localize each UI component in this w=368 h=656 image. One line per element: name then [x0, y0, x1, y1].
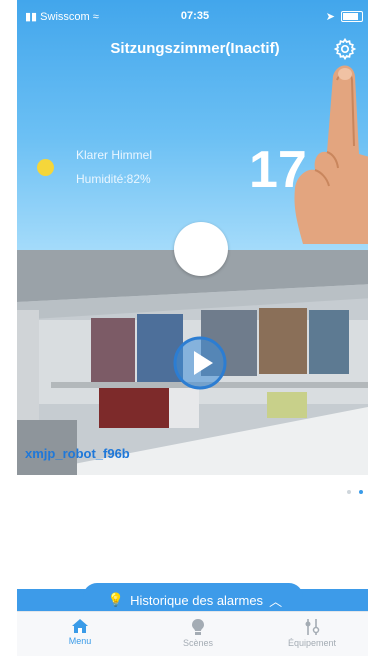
- sun-icon: [37, 159, 54, 176]
- tab-equipment[interactable]: Équipement: [257, 618, 367, 648]
- app-screen: ▮▮ Swisscom ≈ 07:35 ➤ Sitzungszimmer(Ina…: [17, 0, 368, 656]
- lightbulb-icon: 💡: [107, 592, 125, 607]
- camera-device-name: xmjp_robot_f96b: [25, 446, 130, 461]
- page-dot-active[interactable]: [359, 490, 363, 494]
- status-right: ➤: [326, 10, 363, 23]
- alarm-history-content: 💡 Historique des alarmes ︿: [17, 589, 368, 611]
- page-indicator: [347, 490, 363, 494]
- page-dot[interactable]: [347, 490, 351, 494]
- weather-info: Klarer Himmel Humidité:82%: [76, 143, 152, 191]
- tab-menu[interactable]: Menu: [25, 618, 135, 646]
- lightbulb-icon: [192, 619, 204, 635]
- tab-label: Scènes: [182, 638, 214, 648]
- alarm-history-bar[interactable]: 💡 Historique des alarmes ︿: [17, 583, 368, 611]
- panel-drag-handle[interactable]: [174, 222, 228, 276]
- pointing-hand-photo: [294, 65, 368, 244]
- alarm-history-label: Historique des alarmes: [130, 592, 264, 608]
- status-time: 07:35: [180, 10, 210, 22]
- bottom-tab-bar: Menu Scènes Équipement: [17, 611, 368, 656]
- tab-label: Équipement: [287, 638, 337, 648]
- camera-feed[interactable]: xmjp_robot_f96b: [17, 250, 368, 475]
- weather-condition: Klarer Himmel: [76, 148, 153, 162]
- location-icon: ➤: [325, 11, 335, 23]
- sliders-icon: [305, 619, 320, 635]
- tab-label: Menu: [68, 636, 92, 646]
- room-header: ▮▮ Swisscom ≈ 07:35 ➤ Sitzungszimmer(Ina…: [17, 0, 368, 250]
- battery-icon: [341, 11, 363, 22]
- tab-scenes[interactable]: Scènes: [143, 618, 253, 648]
- play-icon[interactable]: [171, 334, 229, 392]
- home-icon: [72, 619, 88, 633]
- weather-humidity: Humidité:82%: [76, 172, 151, 186]
- chevron-up-icon: ︿: [269, 593, 283, 609]
- status-bar: ▮▮ Swisscom ≈ 07:35 ➤: [17, 10, 368, 24]
- page-title: Sitzungszimmer(Inactif): [110, 40, 280, 57]
